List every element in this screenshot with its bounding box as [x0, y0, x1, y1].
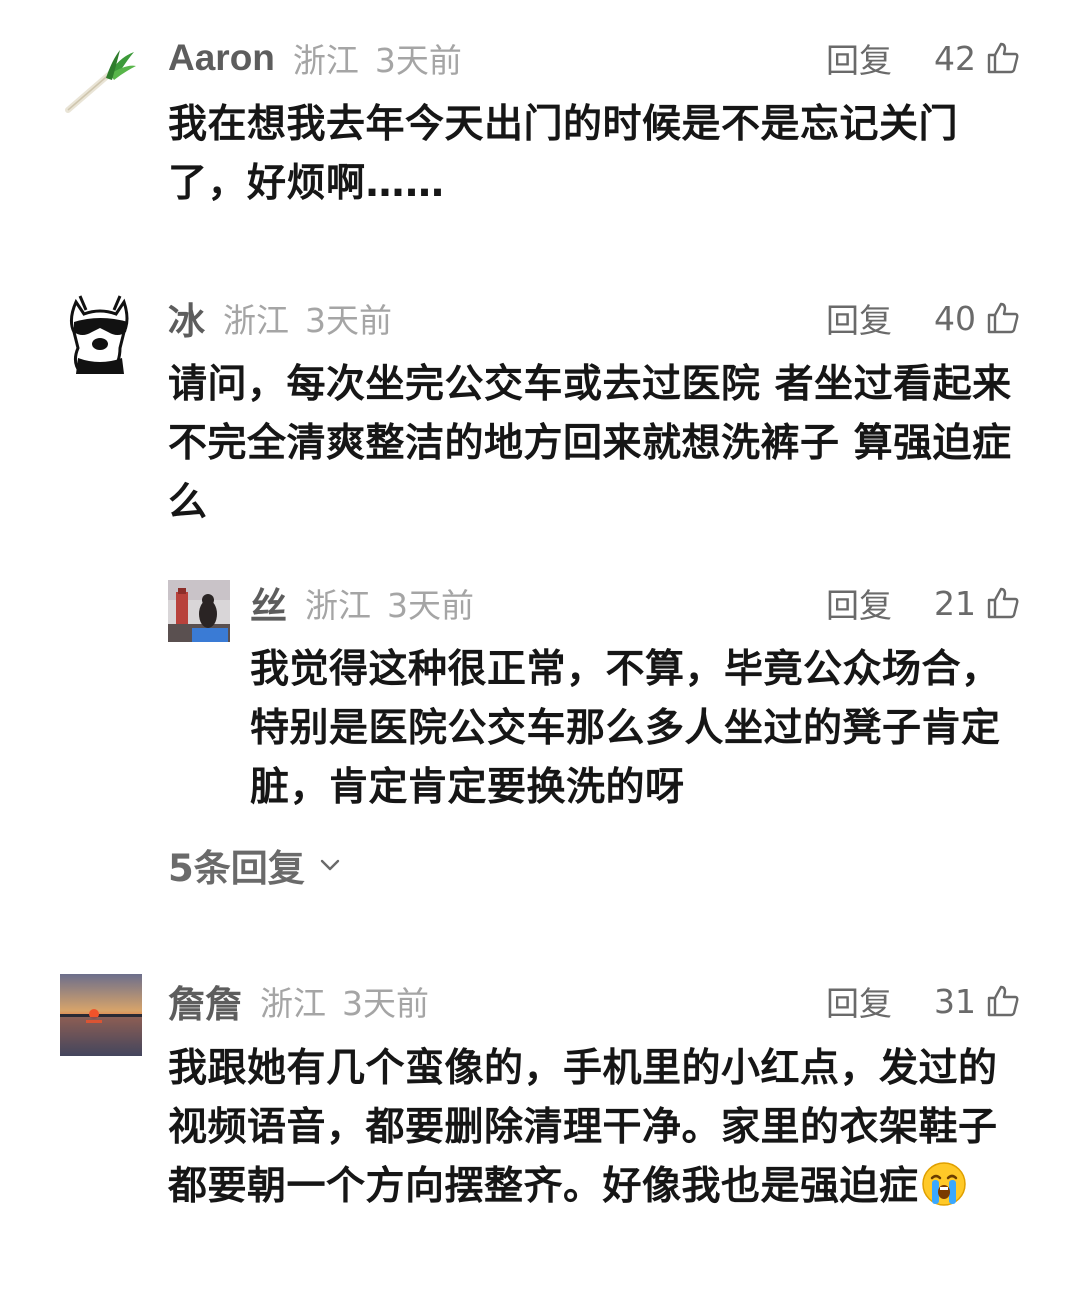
- comment-text: 我在想我去年今天出门的时候是不是忘记关门了，好烦啊……: [168, 102, 959, 206]
- timestamp: 3天前: [305, 301, 392, 340]
- sunset-avatar-icon: [60, 974, 142, 1056]
- reply-button[interactable]: 回复: [826, 294, 892, 342]
- reply-button[interactable]: 回复: [826, 34, 892, 82]
- photo-avatar-icon: [168, 580, 230, 642]
- comment-header: 詹詹 浙江 3天前: [168, 976, 445, 1026]
- like-count: 21: [934, 583, 976, 623]
- reply-text: 我觉得这种很正常，不算，毕竟公众场合，特别是医院公交车那么多人坐过的凳子肯定脏，…: [250, 647, 1001, 810]
- region-label: 浙江: [260, 984, 326, 1023]
- green-onion-icon: [60, 40, 142, 122]
- comment-header: Aaron 浙江 3天前: [168, 33, 478, 83]
- chevron-down-icon: [320, 859, 339, 871]
- like-count: 40: [934, 298, 976, 338]
- timestamp: 3天前: [342, 984, 429, 1023]
- avatar[interactable]: [60, 40, 142, 122]
- reply-button[interactable]: 回复: [826, 977, 892, 1025]
- comment-text: 请问，每次坐完公交车或去过医院 者坐过看起来不完全清爽整洁的地方回来就想洗裤子 …: [168, 362, 1012, 525]
- region-label: 浙江: [305, 586, 371, 625]
- thumbs-up-icon[interactable]: [986, 41, 1020, 75]
- comment-actions: 回复 31: [826, 976, 1020, 1026]
- comment-actions: 回复 40: [826, 293, 1020, 343]
- reply-actions: 回复 21: [826, 578, 1020, 628]
- avatar[interactable]: [60, 292, 140, 374]
- username[interactable]: 詹詹: [168, 974, 242, 1028]
- username[interactable]: Aaron: [168, 37, 275, 79]
- like-count: 31: [934, 981, 976, 1021]
- timestamp: 3天前: [374, 41, 462, 80]
- comment-header: 冰 浙江 3天前: [168, 293, 408, 343]
- comment-text-body: 我跟她有几个蛮像的，手机里的小红点，发过的视频语音，都要删除清理干净。家里的衣架…: [168, 1046, 998, 1209]
- thumbs-up-icon[interactable]: [986, 984, 1020, 1018]
- crying-face-emoji: [921, 1162, 966, 1206]
- reply-button[interactable]: 回复: [826, 579, 892, 627]
- avatar[interactable]: [60, 974, 142, 1056]
- avatar[interactable]: [168, 580, 230, 642]
- region-label: 浙江: [223, 301, 289, 340]
- expand-replies-button[interactable]: 5条回复: [168, 838, 343, 892]
- thumbs-up-icon[interactable]: [986, 586, 1020, 620]
- region-label: 浙江: [292, 41, 359, 80]
- comment-actions: 回复 42: [826, 33, 1020, 83]
- username[interactable]: 丝: [250, 576, 287, 630]
- timestamp: 3天前: [387, 586, 474, 625]
- sunglasses-dog-icon: [60, 292, 140, 374]
- expand-replies-label: 5条回复: [168, 847, 305, 890]
- username[interactable]: 冰: [168, 291, 205, 345]
- thumbs-up-icon[interactable]: [986, 301, 1020, 335]
- comment-text: 我跟她有几个蛮像的，手机里的小红点，发过的视频语音，都要删除清理干净。家里的衣架…: [168, 1039, 1018, 1216]
- reply-header: 丝 浙江 3天前: [250, 578, 490, 628]
- like-count: 42: [934, 38, 976, 78]
